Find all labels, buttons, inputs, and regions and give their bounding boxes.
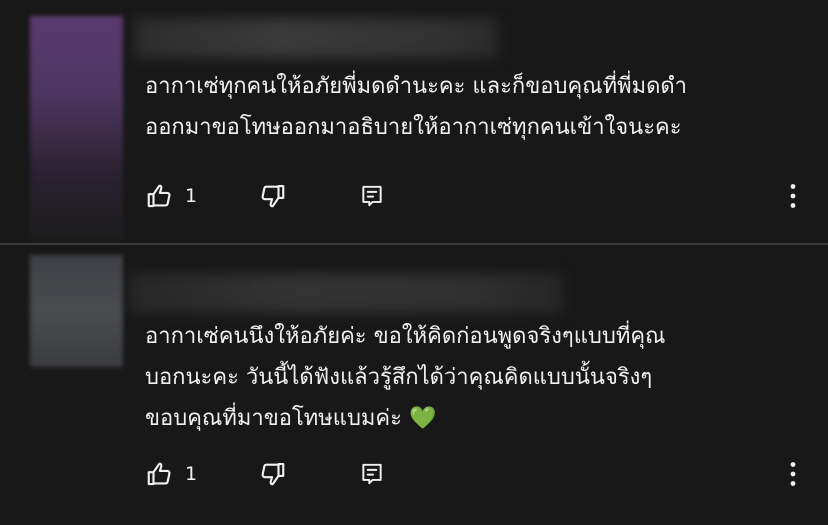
comment-actions: 1 — [145, 176, 815, 216]
more-options-button[interactable] — [781, 176, 805, 216]
comment-text-line: ขอบคุณที่มาขอโทษแบมค่ะ 💚 — [145, 406, 437, 431]
author-name-redacted — [129, 273, 563, 313]
like-count: 1 — [185, 185, 198, 207]
comment-text: อากาเซ่คนนึงให้อภัยค่ะ ขอให้คิดก่อนพูดจร… — [145, 316, 815, 439]
like-button[interactable]: 1 — [145, 176, 197, 216]
more-options-button[interactable] — [781, 454, 805, 494]
comment-item: อากาเซ่คนนึงให้อภัยค่ะ ขอให้คิดก่อนพูดจร… — [0, 245, 828, 525]
comment-text: อากาเซ่ทุกคนให้อภัยพี่มดดำนะคะ และก็ขอบค… — [145, 66, 815, 148]
comment-actions: 1 — [145, 454, 815, 494]
dislike-button[interactable] — [257, 454, 287, 494]
comment-text-line: ออกมาขอโทษออกมาอธิบายให้อากาเซ่ทุกคนเข้า… — [145, 115, 682, 140]
comment-text-line: อากาเซ่คนนึงให้อภัยค่ะ ขอให้คิดก่อนพูดจร… — [145, 324, 666, 349]
thumbs-up-icon — [147, 462, 171, 486]
comment-item: อากาเซ่ทุกคนให้อภัยพี่มดดำนะคะ และก็ขอบค… — [0, 0, 828, 243]
comment-text-line: บอกนะคะ วันนี้ได้ฟังแล้วรู้สึกได้ว่าคุณค… — [145, 365, 653, 390]
thumbs-down-icon — [261, 184, 285, 208]
dislike-button[interactable] — [257, 176, 287, 216]
avatar[interactable] — [30, 16, 123, 243]
comment-text-line: อากาเซ่ทุกคนให้อภัยพี่มดดำนะคะ และก็ขอบค… — [145, 74, 688, 99]
avatar[interactable] — [30, 255, 123, 367]
author-name-redacted — [134, 18, 498, 58]
like-button[interactable]: 1 — [145, 454, 197, 494]
reply-icon — [362, 463, 382, 485]
like-count: 1 — [185, 463, 198, 485]
reply-button[interactable] — [359, 454, 385, 494]
thumbs-down-icon — [261, 462, 285, 486]
reply-button[interactable] — [359, 176, 385, 216]
more-vertical-icon — [790, 184, 796, 208]
reply-icon — [362, 185, 382, 207]
more-vertical-icon — [790, 462, 796, 486]
thumbs-up-icon — [147, 184, 171, 208]
